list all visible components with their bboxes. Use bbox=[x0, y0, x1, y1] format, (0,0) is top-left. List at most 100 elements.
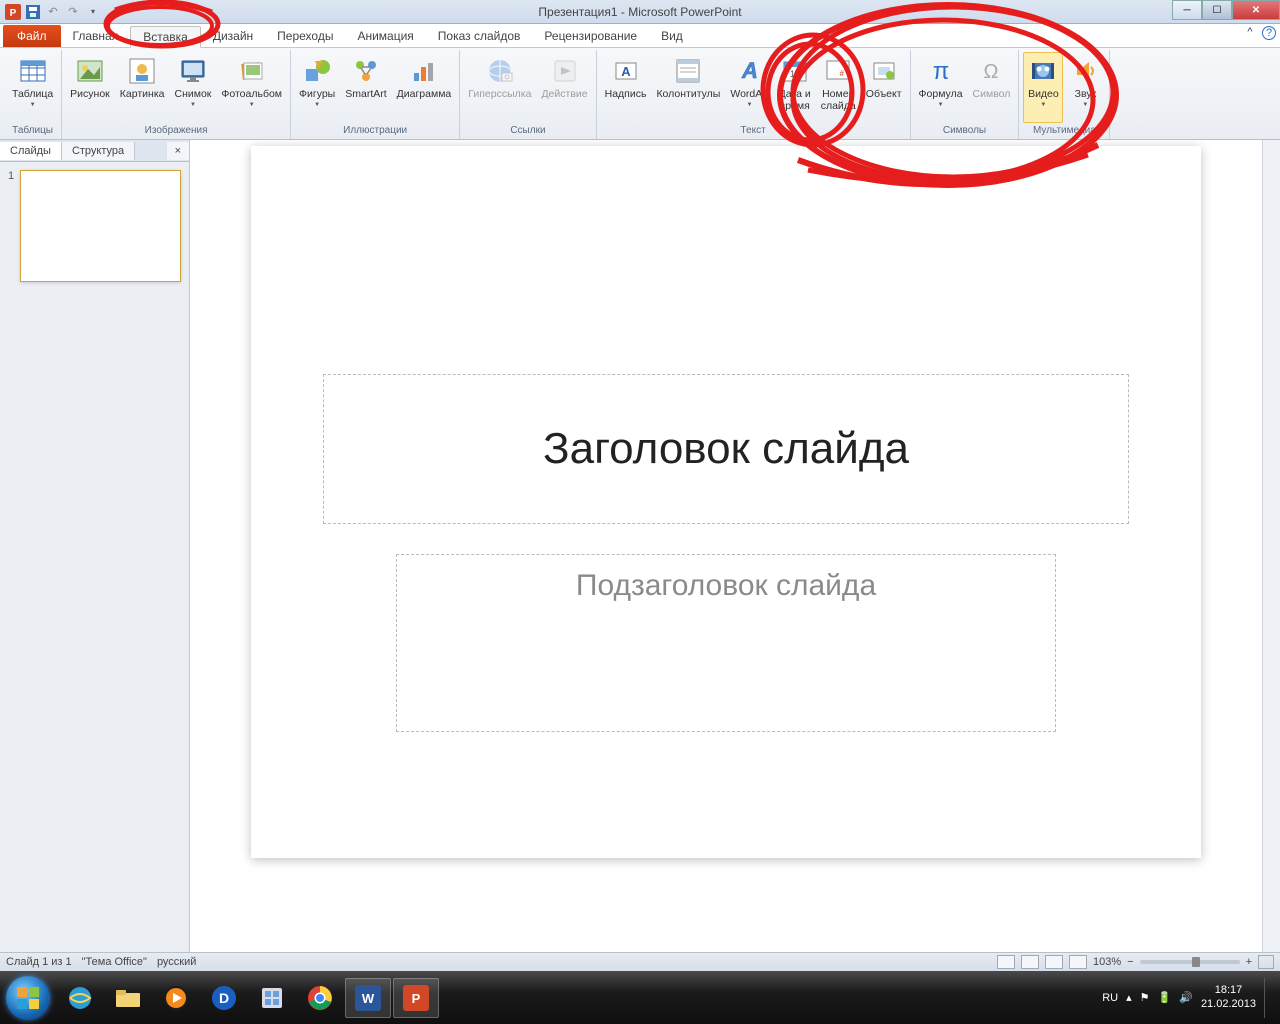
datetime-button[interactable]: 17Дата и время bbox=[775, 52, 815, 123]
photoalbum-icon bbox=[236, 55, 268, 87]
tray-volume-icon[interactable]: 🔊 bbox=[1179, 991, 1193, 1004]
audio-button[interactable]: Звук▼ bbox=[1065, 52, 1105, 123]
table-button[interactable]: Таблица▼ bbox=[8, 52, 57, 123]
start-button[interactable] bbox=[6, 976, 50, 1020]
tab-вставка[interactable]: Вставка bbox=[130, 26, 201, 48]
audio-dropdown-icon: ▼ bbox=[1082, 102, 1088, 108]
photoalbum-button[interactable]: Фотоальбом▼ bbox=[217, 52, 286, 123]
svg-text:A: A bbox=[741, 58, 758, 83]
subtitle-placeholder-text: Подзаголовок слайда bbox=[576, 569, 876, 603]
fit-window-button[interactable] bbox=[1258, 955, 1274, 969]
clipart-icon bbox=[126, 55, 158, 87]
taskbar-app-generic[interactable] bbox=[249, 978, 295, 1018]
slide[interactable]: Заголовок слайда Подзаголовок слайда bbox=[251, 146, 1201, 858]
slide-canvas-area[interactable]: Заголовок слайда Подзаголовок слайда bbox=[190, 140, 1262, 952]
subtitle-placeholder[interactable]: Подзаголовок слайда bbox=[396, 554, 1056, 732]
object-label: Объект bbox=[866, 89, 902, 101]
help-icon[interactable]: ? bbox=[1262, 26, 1276, 40]
slideshow-view-button[interactable] bbox=[1069, 955, 1087, 969]
minimize-button[interactable]: ─ bbox=[1172, 0, 1202, 20]
ribbon-group-таблицы: Таблица▼Таблицы bbox=[4, 50, 62, 139]
taskbar-word[interactable]: W bbox=[345, 978, 391, 1018]
picture-button[interactable]: Рисунок bbox=[66, 52, 114, 123]
tray-arrow-icon[interactable]: ▴ bbox=[1126, 991, 1132, 1004]
smartart-button[interactable]: SmartArt bbox=[341, 52, 390, 123]
svg-text:D: D bbox=[219, 990, 229, 1006]
close-button[interactable]: ✕ bbox=[1232, 0, 1280, 20]
minimize-ribbon-icon[interactable]: ^ bbox=[1242, 26, 1258, 42]
textbox-icon: A bbox=[610, 55, 642, 87]
taskbar-ie[interactable] bbox=[57, 978, 103, 1018]
video-button[interactable]: Видео▼ bbox=[1023, 52, 1063, 123]
tray-language[interactable]: RU bbox=[1102, 992, 1118, 1004]
tab-slides[interactable]: Слайды bbox=[0, 142, 62, 160]
normal-view-button[interactable] bbox=[997, 955, 1015, 969]
slidenum-icon: # bbox=[822, 55, 854, 87]
picture-label: Рисунок bbox=[70, 89, 110, 101]
tab-дизайн[interactable]: Дизайн bbox=[201, 25, 265, 47]
tab-рецензирование[interactable]: Рецензирование bbox=[532, 25, 649, 47]
chart-icon bbox=[408, 55, 440, 87]
tab-показ слайдов[interactable]: Показ слайдов bbox=[426, 25, 533, 47]
taskbar-explorer[interactable] bbox=[105, 978, 151, 1018]
sorter-view-button[interactable] bbox=[1021, 955, 1039, 969]
save-icon[interactable] bbox=[24, 3, 42, 21]
screenshot-button[interactable]: Снимок▼ bbox=[170, 52, 215, 123]
zoom-in-button[interactable]: + bbox=[1246, 956, 1252, 968]
ribbon-group-иллюстрации: Фигуры▼SmartArtДиаграммаИллюстрации bbox=[291, 50, 460, 139]
headerfooter-icon bbox=[672, 55, 704, 87]
chart-button[interactable]: Диаграмма bbox=[393, 52, 456, 123]
tab-вид[interactable]: Вид bbox=[649, 25, 695, 47]
svg-text:P: P bbox=[10, 8, 17, 19]
shapes-icon bbox=[301, 55, 333, 87]
equation-button[interactable]: πФормула▼ bbox=[915, 52, 967, 123]
tray-battery-icon[interactable]: 🔋 bbox=[1158, 991, 1172, 1004]
reading-view-button[interactable] bbox=[1045, 955, 1063, 969]
tray-clock[interactable]: 18:17 21.02.2013 bbox=[1201, 984, 1256, 1012]
action-icon bbox=[549, 55, 581, 87]
file-tab[interactable]: Файл bbox=[3, 25, 61, 47]
wordart-button[interactable]: AWordArt▼ bbox=[726, 52, 772, 123]
status-language[interactable]: русский bbox=[157, 956, 196, 968]
tab-главная[interactable]: Главная bbox=[61, 25, 131, 47]
taskbar-powerpoint[interactable]: P bbox=[393, 978, 439, 1018]
taskbar-chrome[interactable] bbox=[297, 978, 343, 1018]
tab-переходы[interactable]: Переходы bbox=[265, 25, 345, 47]
redo-icon[interactable]: ↷ bbox=[64, 3, 82, 21]
zoom-slider[interactable] bbox=[1140, 960, 1240, 964]
equation-dropdown-icon: ▼ bbox=[938, 102, 944, 108]
taskbar-mediaplayer[interactable] bbox=[153, 978, 199, 1018]
thumbnail-preview[interactable] bbox=[20, 170, 181, 282]
headerfooter-button[interactable]: Колонтитулы bbox=[652, 52, 724, 123]
show-desktop-button[interactable] bbox=[1264, 978, 1274, 1018]
object-button[interactable]: Объект bbox=[862, 52, 906, 123]
zoom-out-button[interactable]: − bbox=[1127, 956, 1133, 968]
tab-outline[interactable]: Структура bbox=[62, 142, 135, 160]
taskbar-app-d[interactable]: D bbox=[201, 978, 247, 1018]
table-icon bbox=[17, 55, 49, 87]
table-label: Таблица bbox=[12, 89, 53, 101]
tab-анимация[interactable]: Анимация bbox=[345, 25, 425, 47]
slide-thumbnails: 1 bbox=[0, 162, 189, 952]
screenshot-icon bbox=[177, 55, 209, 87]
vertical-scrollbar[interactable] bbox=[1262, 140, 1280, 952]
shapes-button[interactable]: Фигуры▼ bbox=[295, 52, 339, 123]
tray-flag-icon[interactable]: ⚑ bbox=[1140, 991, 1150, 1004]
textbox-label: Надпись bbox=[605, 89, 647, 101]
textbox-button[interactable]: A Надпись bbox=[601, 52, 651, 123]
undo-icon[interactable]: ↶ bbox=[44, 3, 62, 21]
slidenum-button[interactable]: #Номер слайда bbox=[817, 52, 860, 123]
windows-taskbar: D W P RU ▴ ⚑ 🔋 🔊 18:17 21.02.2013 bbox=[0, 971, 1280, 1024]
ribbon: Таблица▼Таблицы Рисунок КартинкаСнимок▼Фот… bbox=[0, 48, 1280, 140]
svg-text:17: 17 bbox=[790, 69, 800, 79]
qat-dropdown-icon[interactable]: ▾ bbox=[84, 3, 102, 21]
system-tray: RU ▴ ⚑ 🔋 🔊 18:17 21.02.2013 bbox=[1102, 978, 1274, 1018]
thumbnail-1[interactable]: 1 bbox=[8, 170, 181, 282]
zoom-percent[interactable]: 103% bbox=[1093, 956, 1121, 968]
maximize-button[interactable]: ☐ bbox=[1202, 0, 1232, 20]
group-label: Символы bbox=[915, 123, 1015, 139]
title-placeholder[interactable]: Заголовок слайда bbox=[323, 374, 1129, 524]
clipart-button[interactable]: Картинка bbox=[116, 52, 169, 123]
group-label: Ссылки bbox=[464, 123, 591, 139]
close-panel-button[interactable]: × bbox=[167, 142, 189, 160]
